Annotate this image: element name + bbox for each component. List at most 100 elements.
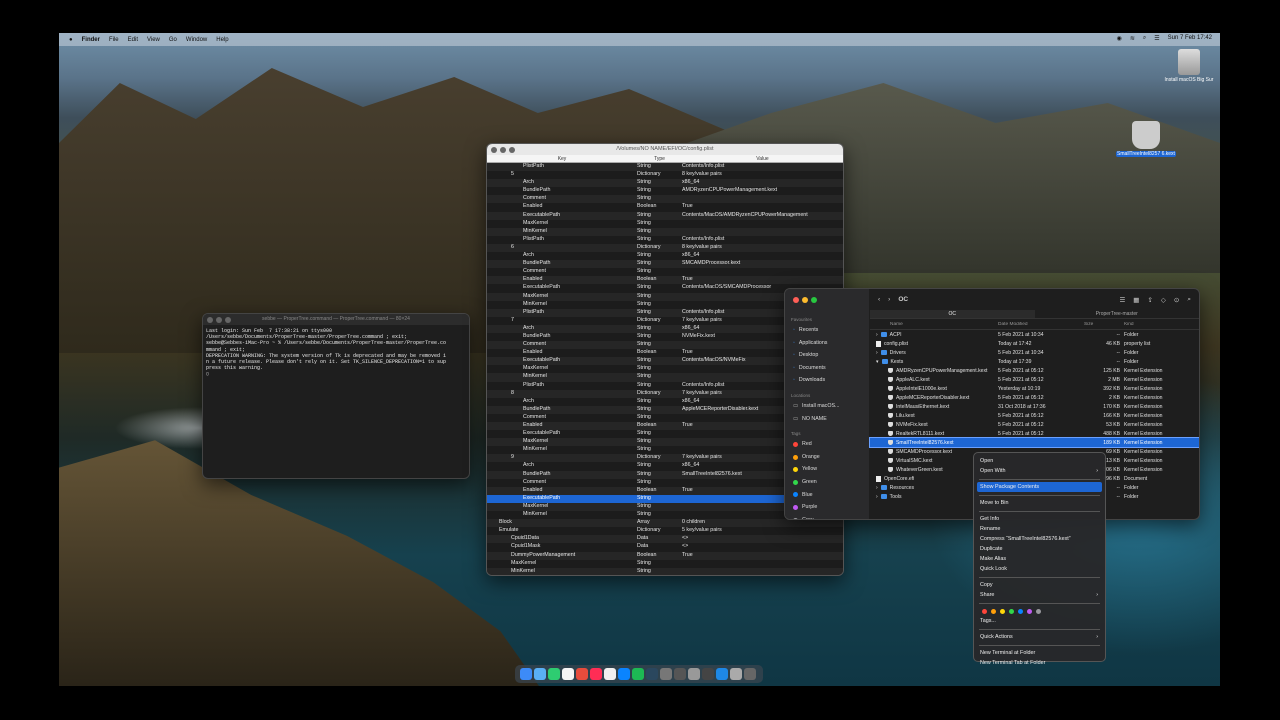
header-value[interactable]: Value <box>682 155 843 162</box>
plist-type[interactable]: String <box>637 236 682 244</box>
plist-type[interactable]: String <box>637 438 682 446</box>
plist-type[interactable]: String <box>637 471 682 479</box>
zoom-icon[interactable] <box>811 297 817 303</box>
plist-type[interactable]: String <box>637 462 682 470</box>
header-key[interactable]: Key <box>487 155 637 162</box>
sidebar-tag[interactable]: Blue <box>785 489 869 502</box>
sidebar-item-recents[interactable]: ◦ Recents <box>785 324 869 337</box>
plist-row[interactable]: 5 Dictionary 8 key/value pairs <box>487 171 843 179</box>
apple-menu-icon[interactable]: ● <box>69 37 73 43</box>
plist-type[interactable]: Dictionary <box>637 390 682 398</box>
control-center-icon[interactable]: ☰ <box>1154 35 1159 42</box>
close-icon[interactable] <box>793 297 799 303</box>
file-row[interactable]: AppleIntelE1000e.kext Yesterday at 10:19 3… <box>870 384 1199 393</box>
col-name[interactable]: Name <box>870 322 998 327</box>
dock-app-icon[interactable] <box>548 668 560 680</box>
sidebar-tag[interactable]: Purple <box>785 501 869 514</box>
tag-color-dot[interactable] <box>982 608 987 614</box>
dock-app-icon[interactable] <box>534 668 546 680</box>
menu-edit[interactable]: Edit <box>128 37 138 43</box>
tag-color-dot[interactable] <box>1000 608 1005 614</box>
file-row[interactable]: ▾ Kexts Today at 17:39 -- Folder <box>870 357 1199 366</box>
file-row[interactable]: Lilu.kext 5 Feb 2021 at 05:12 166 KB Kernel… <box>870 411 1199 420</box>
menu-item[interactable]: Open <box>977 456 1102 466</box>
col-date[interactable]: Date Modified <box>998 322 1080 327</box>
plist-type[interactable]: String <box>637 333 682 341</box>
plist-row[interactable]: DummyPowerManagement Boolean True <box>487 551 843 560</box>
group-icon[interactable]: ▦ <box>1133 296 1139 304</box>
dock-app-icon[interactable] <box>660 668 672 680</box>
plist-type[interactable]: String <box>637 309 682 317</box>
clock[interactable]: Sun 7 Feb 17:42 <box>1168 35 1212 42</box>
back-icon[interactable]: ‹ <box>878 296 880 303</box>
file-row[interactable]: IntelMausiEthernet.kext 31 Oct 2018 at 17… <box>870 402 1199 411</box>
plist-row[interactable]: MinKernel String <box>487 227 843 236</box>
minimize-icon[interactable] <box>216 316 222 323</box>
sidebar-tag[interactable]: Orange <box>785 451 869 464</box>
plist-value[interactable]: SMCAMDProcessor.kext <box>682 260 843 268</box>
plist-value[interactable] <box>682 568 843 575</box>
plist-type[interactable]: String <box>637 382 682 390</box>
zoom-icon[interactable] <box>225 316 231 323</box>
plist-type[interactable]: String <box>637 357 682 365</box>
menu-item[interactable]: Duplicate <box>977 544 1102 554</box>
plist-value[interactable] <box>682 268 843 276</box>
terminal-titlebar[interactable]: sebbe — ProperTree.command — ProperTree.… <box>203 314 469 325</box>
plist-type[interactable]: String <box>637 195 682 203</box>
menu-item[interactable]: New Terminal at Folder <box>977 648 1102 658</box>
tab-propertree-master[interactable]: ProperTree-master <box>1035 310 1200 318</box>
disclosure-icon[interactable]: › <box>876 494 878 500</box>
col-kind[interactable]: Kind <box>1124 322 1199 327</box>
plist-row[interactable]: PlistPath String Contents/Info.plist <box>487 163 843 172</box>
dock-app-icon[interactable] <box>744 668 756 680</box>
plist-type[interactable]: Boolean <box>637 203 682 211</box>
plist-type[interactable]: Boolean <box>637 422 682 430</box>
menu-item[interactable]: Share › <box>977 590 1102 600</box>
plist-row[interactable]: 6 Dictionary 8 key/value pairs <box>487 243 843 253</box>
plist-type[interactable]: String <box>637 293 682 301</box>
dock-app-icon[interactable] <box>520 668 532 680</box>
plist-type[interactable]: String <box>637 228 682 236</box>
plist-row[interactable]: Arch String x86_64 <box>487 179 843 188</box>
disclosure-icon[interactable]: › <box>876 332 878 338</box>
menu-item[interactable]: Make Alias <box>977 554 1102 564</box>
plist-row[interactable]: Comment String <box>487 268 843 276</box>
terminal-output[interactable]: Last login: Sun Feb 7 17:38:21 on ttys00… <box>203 325 469 381</box>
plist-value[interactable]: x86_64 <box>682 179 843 187</box>
tab-oc[interactable]: OC <box>870 310 1035 318</box>
search-icon[interactable]: ⌕ <box>1187 296 1191 304</box>
plist-type[interactable]: String <box>637 252 682 260</box>
menu-item[interactable]: Quick Look <box>977 564 1102 574</box>
dock-app-icon[interactable] <box>702 668 714 680</box>
view-options-icon[interactable]: ☰ <box>1119 296 1125 304</box>
sidebar-tag[interactable]: Red <box>785 438 869 451</box>
plist-row[interactable]: MaxKernel String <box>487 220 843 228</box>
tag-color-dot[interactable] <box>991 608 996 614</box>
plist-value[interactable]: Contents/MacOS/AMDRyzenCPUPowerManagemen… <box>682 212 843 220</box>
plist-row[interactable]: Enabled Boolean True <box>487 203 843 211</box>
plist-type[interactable]: String <box>637 495 682 503</box>
plist-row[interactable]: Cpuid1Mask Data <> <box>487 543 843 551</box>
plist-type[interactable]: String <box>637 568 682 575</box>
dock-app-icon[interactable] <box>562 668 574 680</box>
file-row[interactable]: RealtekRTL8111.kext 5 Feb 2021 at 05:12 48… <box>870 429 1199 438</box>
plist-type[interactable]: String <box>637 284 682 292</box>
plist-value[interactable] <box>682 560 843 568</box>
propertree-titlebar[interactable]: /Volumes/NO NAME/EFI/OC/config.plist <box>487 144 843 155</box>
sidebar-item-downloads[interactable]: ◦ Downloads <box>785 374 869 387</box>
file-row[interactable]: config.plist Today at 17:42 46 KB property … <box>870 339 1199 348</box>
plist-type[interactable]: String <box>637 430 682 438</box>
plist-row[interactable]: MinKernel String <box>487 567 843 575</box>
sidebar-item-documents[interactable]: ◦ Documents <box>785 362 869 375</box>
plist-type[interactable]: Dictionary <box>637 527 682 535</box>
header-type[interactable]: Type <box>637 155 682 162</box>
menu-item[interactable]: Tags... <box>977 616 1102 626</box>
file-row[interactable]: AppleMCEReporterDisabler.kext 5 Feb 2021 … <box>870 393 1199 402</box>
menu-view[interactable]: View <box>147 37 160 43</box>
plist-type[interactable]: Data <box>637 535 682 543</box>
file-row[interactable]: SmallTreeIntel82576.kext 189 KB Kernel Ext… <box>869 437 1199 448</box>
plist-type[interactable]: String <box>637 260 682 268</box>
plist-type[interactable]: Boolean <box>637 276 682 284</box>
plist-row[interactable]: Comment String <box>487 195 843 204</box>
app-menu[interactable]: Finder <box>82 37 100 43</box>
